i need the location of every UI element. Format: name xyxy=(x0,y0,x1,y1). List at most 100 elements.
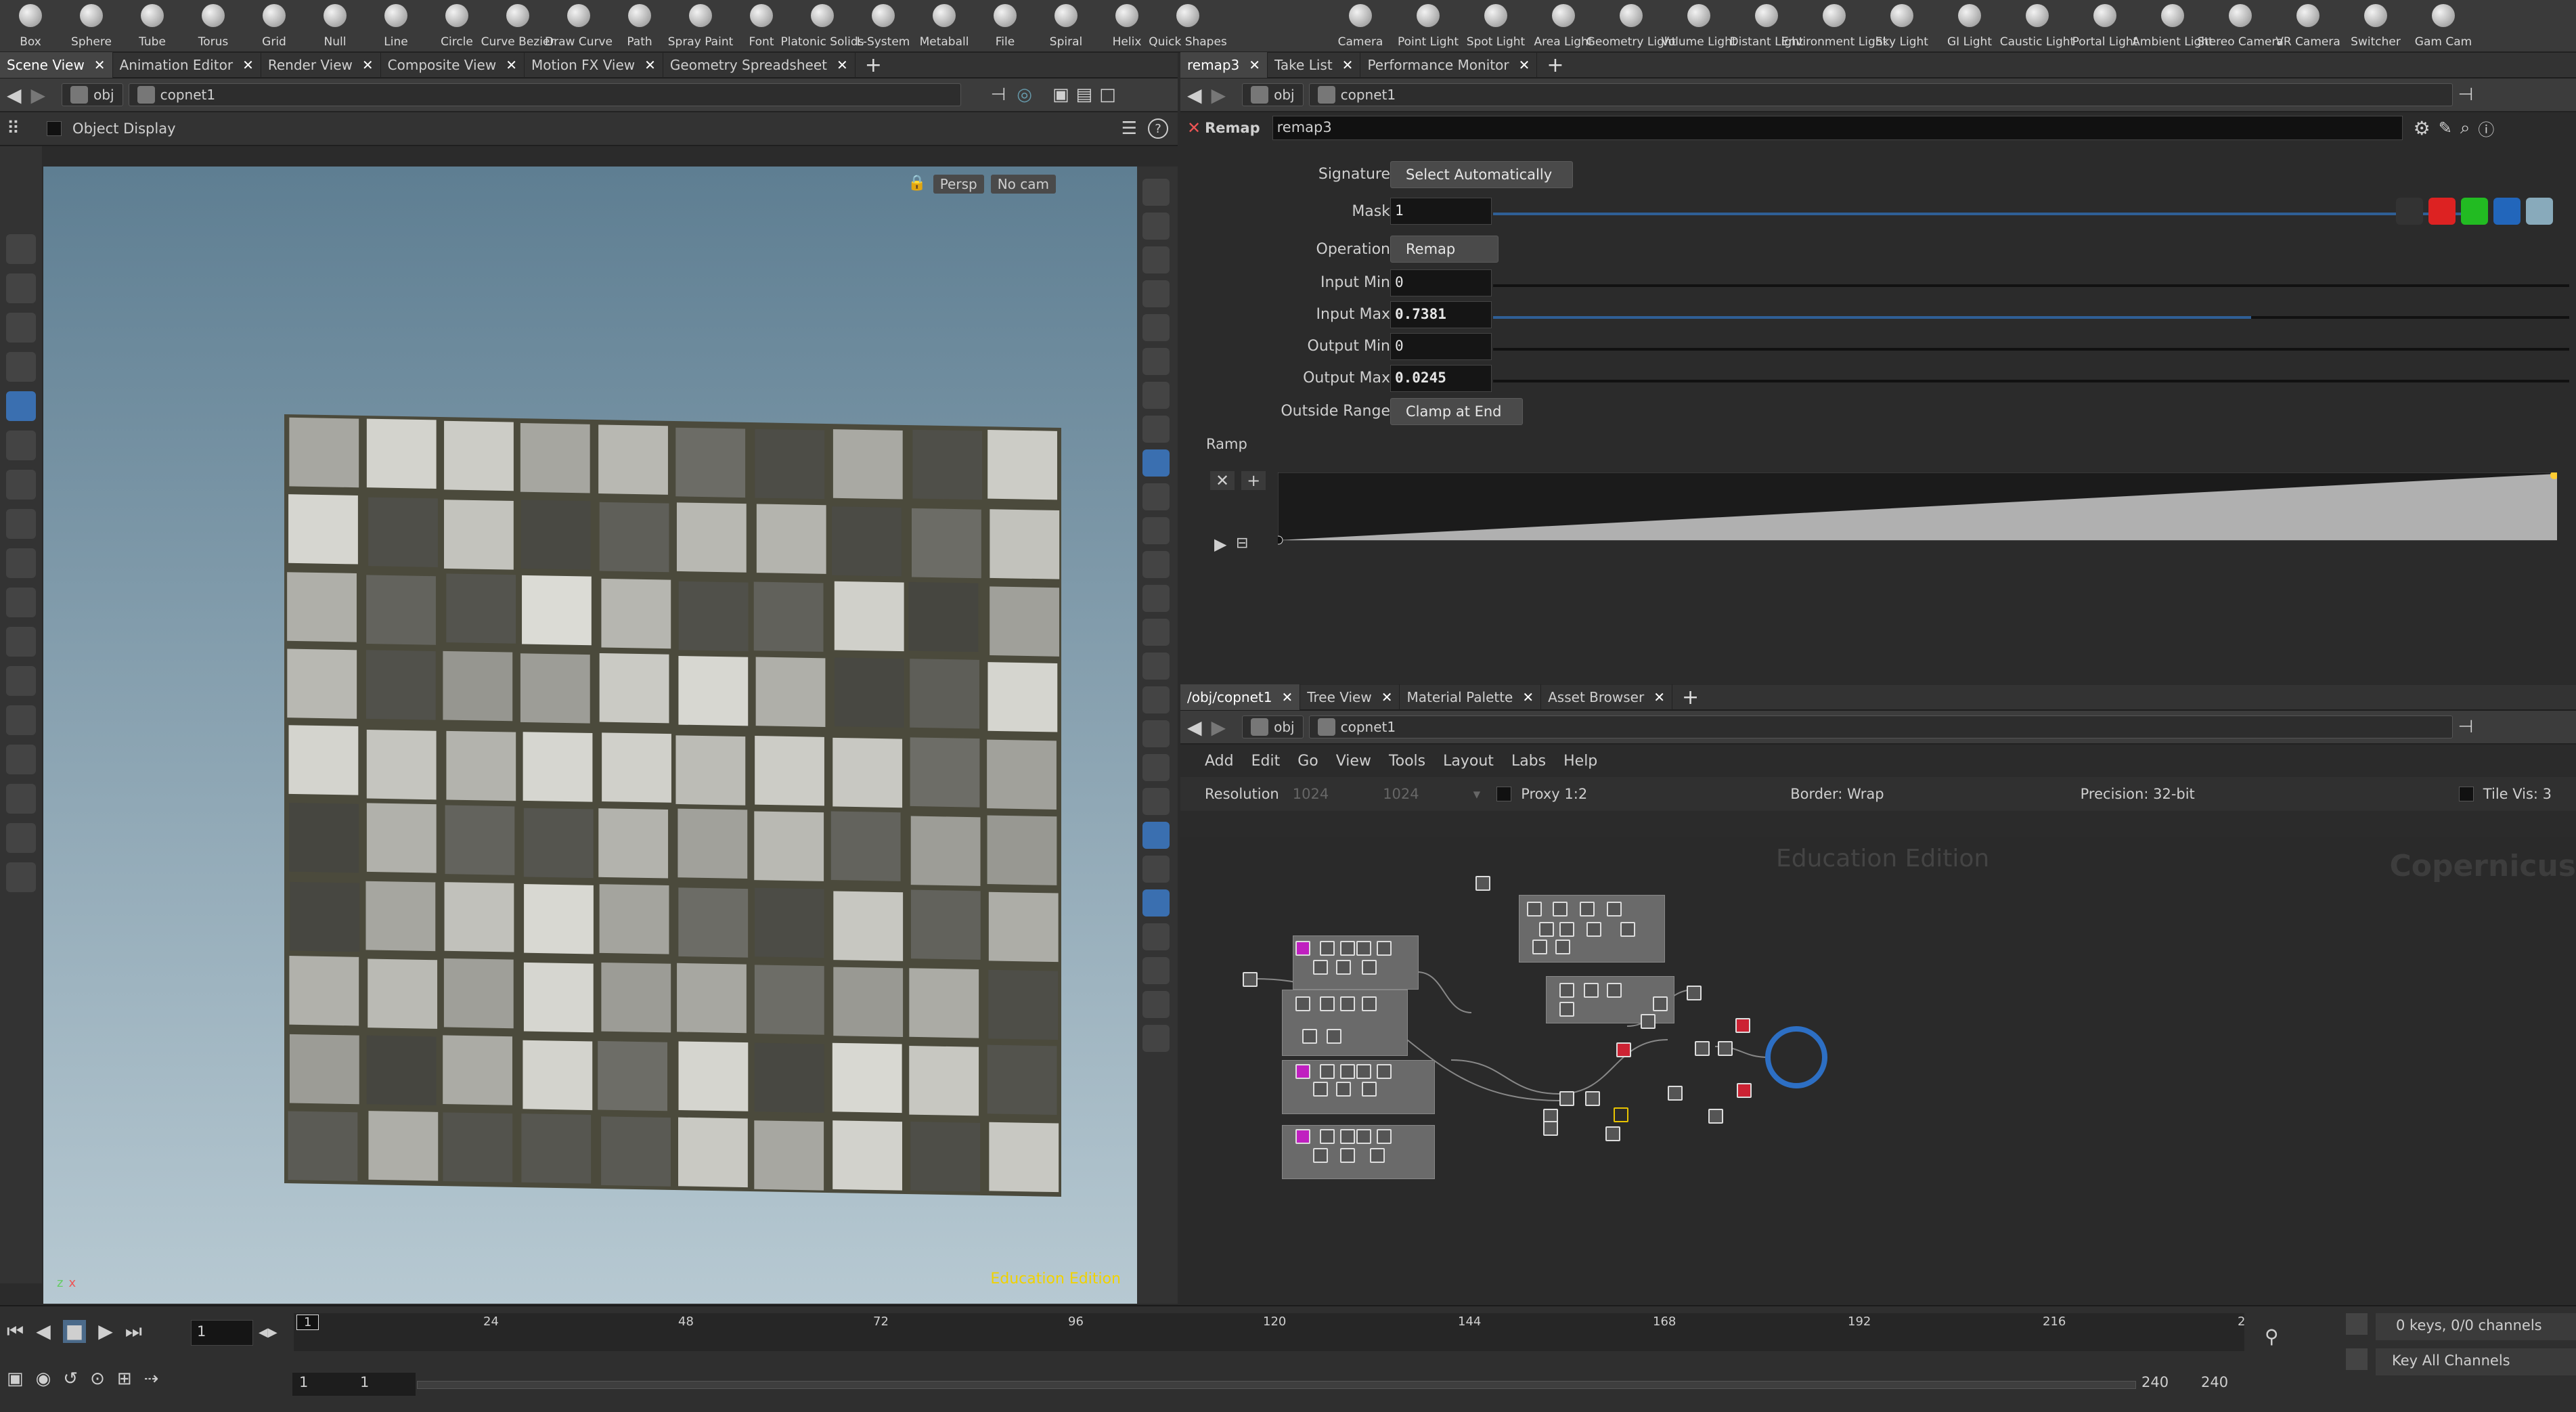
shelf-tool-grid[interactable]: Grid xyxy=(244,0,305,53)
cop-node[interactable] xyxy=(1340,1129,1355,1144)
start-frame-field-2[interactable]: 1 xyxy=(353,1373,416,1396)
cop-node[interactable] xyxy=(1708,1109,1723,1124)
cop-node[interactable] xyxy=(1362,1082,1377,1097)
network-box[interactable] xyxy=(1293,935,1419,990)
cop-node[interactable] xyxy=(1475,876,1490,891)
close-tab-icon[interactable]: ✕ xyxy=(506,57,517,73)
shelf-tool-quick-shapes[interactable]: Quick Shapes xyxy=(1149,0,1227,53)
cop-node[interactable] xyxy=(1356,941,1371,956)
network-canvas[interactable]: Education Edition Copernicus xyxy=(1180,837,2576,1305)
cop-node[interactable] xyxy=(1584,983,1599,998)
snap-tool-icon[interactable] xyxy=(6,588,36,617)
cop-node[interactable] xyxy=(1377,1129,1392,1144)
close-tab-icon[interactable]: ✕ xyxy=(644,57,656,73)
object-display-checkbox[interactable] xyxy=(47,121,62,136)
menu-view[interactable]: View xyxy=(1336,753,1371,770)
display-options-icon[interactable]: ▣ xyxy=(1052,85,1069,105)
cop-node[interactable] xyxy=(1340,996,1355,1011)
shelf-tool-caustic-light[interactable]: Caustic Light xyxy=(2000,0,2074,53)
search-icon[interactable]: ⌕ xyxy=(2460,118,2470,139)
jump-start-icon[interactable]: ⏮ xyxy=(7,1320,24,1343)
step-frames-icon[interactable]: ◀▶ xyxy=(259,1325,277,1340)
cop-node[interactable] xyxy=(1559,1002,1574,1017)
shelf-tool-stereo-camera[interactable]: Stereo Camera xyxy=(2197,0,2284,53)
path-obj[interactable]: obj xyxy=(1242,83,1304,106)
gear-icon[interactable]: ⚙ xyxy=(2414,117,2430,139)
isolate-tool-icon[interactable] xyxy=(6,862,36,892)
green-channel-button[interactable] xyxy=(2461,198,2488,225)
viewport-option-icon[interactable] xyxy=(1142,889,1170,917)
back-arrow-icon[interactable]: ◀ xyxy=(1187,84,1202,106)
shelf-tool-line[interactable]: Line xyxy=(365,0,426,53)
close-tab-icon[interactable]: ✕ xyxy=(1249,57,1260,73)
viewport-option-icon[interactable] xyxy=(1142,923,1170,950)
close-tab-icon[interactable]: ✕ xyxy=(94,57,106,73)
cop-node[interactable] xyxy=(1320,996,1335,1011)
cop-node[interactable] xyxy=(1356,1129,1371,1144)
shelf-tool-volume-light[interactable]: Volume Light xyxy=(1661,0,1737,53)
magnet-c-tool-icon[interactable] xyxy=(6,705,36,735)
key-icon[interactable]: ⚲ xyxy=(2265,1325,2279,1348)
scene-tab-0[interactable]: Scene View ✕ xyxy=(0,52,113,78)
realtime-icon[interactable]: ▣ xyxy=(7,1369,24,1389)
path-copnet[interactable]: copnet1 xyxy=(128,83,961,106)
viewport-option-icon[interactable] xyxy=(1142,991,1170,1018)
shelf-tool-draw-curve[interactable]: Draw Curve xyxy=(545,0,613,53)
cop-node[interactable] xyxy=(1614,1107,1628,1122)
mask-field[interactable]: 1 xyxy=(1390,198,1492,225)
cop-node[interactable] xyxy=(1340,1064,1355,1079)
forward-arrow-icon[interactable]: ▶ xyxy=(1212,84,1226,106)
net-tab-0[interactable]: /obj/copnet1 ✕ xyxy=(1180,684,1301,710)
rgb-channel-icon[interactable] xyxy=(2396,198,2423,225)
shelf-tool-camera[interactable]: Camera xyxy=(1327,0,1394,53)
ramp-expand-icon[interactable]: ▶ xyxy=(1214,535,1226,554)
input-min-slider[interactable] xyxy=(1493,284,2569,287)
cop-node[interactable] xyxy=(1295,1064,1310,1079)
cop-node[interactable] xyxy=(1370,1148,1385,1163)
pose-tool-icon[interactable] xyxy=(6,273,36,303)
magnet-a-tool-icon[interactable] xyxy=(6,627,36,657)
brush-tool-icon[interactable] xyxy=(6,313,36,343)
info-icon[interactable]: ⓘ xyxy=(2478,116,2494,140)
viewport-option-icon[interactable] xyxy=(1142,314,1170,341)
light-tool-icon[interactable] xyxy=(6,509,36,539)
forward-arrow-icon[interactable]: ▶ xyxy=(31,84,46,106)
close-tab-icon[interactable]: ✕ xyxy=(1342,57,1354,73)
viewport-option-icon[interactable] xyxy=(1142,483,1170,510)
cop-node[interactable] xyxy=(1295,996,1310,1011)
timeline-cursor[interactable]: 1 xyxy=(296,1315,319,1330)
audio-icon[interactable]: ◉ xyxy=(36,1369,51,1389)
cop-node[interactable] xyxy=(1607,983,1622,998)
shelf-tool-gamepad-camera[interactable]: Gam Cam xyxy=(2410,0,2477,53)
close-tab-icon[interactable]: ✕ xyxy=(1519,57,1530,73)
add-tab-icon[interactable]: + xyxy=(865,53,882,77)
res-y-field[interactable]: 1024 xyxy=(1383,786,1419,802)
menu-tools[interactable]: Tools xyxy=(1389,753,1425,770)
shelf-tool-geometry-light[interactable]: Geometry Light xyxy=(1586,0,1676,53)
cop-node[interactable] xyxy=(1327,1029,1341,1044)
magnet-b-tool-icon[interactable] xyxy=(6,666,36,696)
output-max-field[interactable]: 0.0245 xyxy=(1390,365,1492,392)
menu-edit[interactable]: Edit xyxy=(1251,753,1281,770)
shelf-tool-sphere[interactable]: Sphere xyxy=(61,0,122,53)
output-min-slider[interactable] xyxy=(1493,348,2569,351)
keys-panel-icon[interactable] xyxy=(2346,1313,2368,1335)
add-point-icon[interactable]: + xyxy=(1241,471,1266,490)
proxy-checkbox[interactable] xyxy=(1496,787,1512,801)
viewport-option-icon[interactable] xyxy=(1142,348,1170,375)
viewport-option-icon[interactable] xyxy=(1142,957,1170,984)
cop-node[interactable] xyxy=(1302,1029,1317,1044)
close-tab-icon[interactable]: ✕ xyxy=(242,57,254,73)
cop-node[interactable] xyxy=(1340,941,1355,956)
close-tab-icon[interactable]: ✕ xyxy=(1281,689,1293,705)
cop-node[interactable] xyxy=(1695,1041,1710,1056)
viewport-option-icon[interactable] xyxy=(1142,653,1170,680)
param-tab-0[interactable]: remap3 ✕ xyxy=(1180,52,1268,78)
cop-node[interactable] xyxy=(1668,1086,1683,1101)
viewport-option-icon[interactable] xyxy=(1142,551,1170,578)
lock-tool-icon[interactable] xyxy=(6,391,36,421)
jump-end-icon[interactable]: ⏭ xyxy=(125,1320,142,1343)
ramp-presets-icon[interactable]: ⊟ xyxy=(1236,535,1248,552)
mask-slider[interactable] xyxy=(1493,213,2468,215)
cop-node[interactable] xyxy=(1320,941,1335,956)
